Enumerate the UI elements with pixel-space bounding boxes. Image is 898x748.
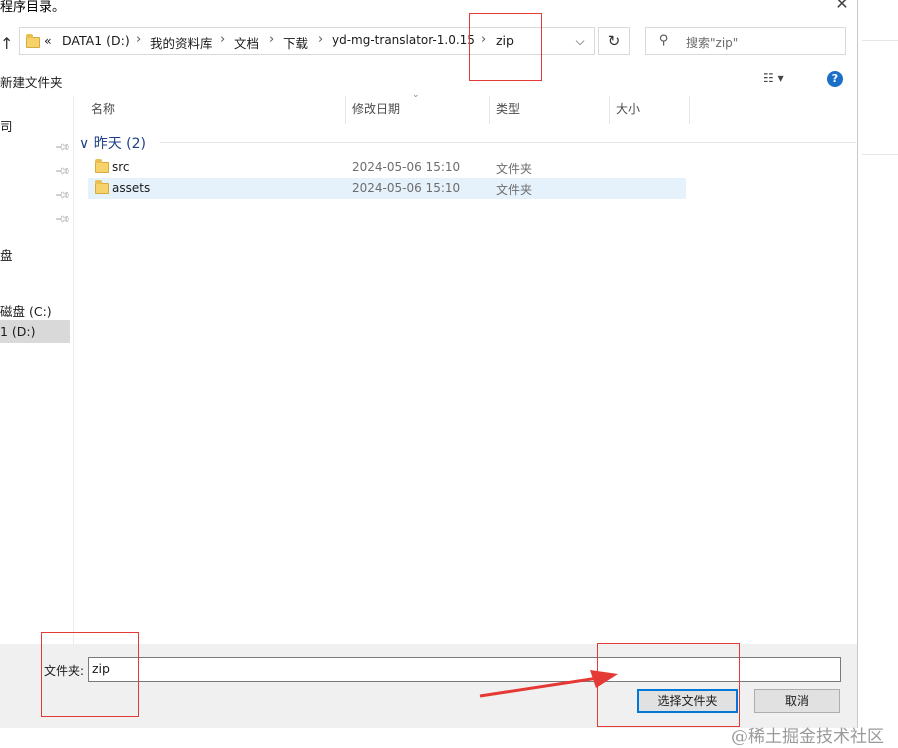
dialog-border: [857, 0, 858, 728]
close-icon[interactable]: ✕: [830, 0, 854, 14]
group-label: 昨天 (2): [93, 136, 146, 152]
help-icon[interactable]: ?: [827, 71, 843, 87]
file-date: 2024-05-06 15:10: [352, 160, 461, 174]
breadcrumb-project[interactable]: yd-mg-translator-1.0.15: [332, 33, 475, 47]
search-icon: ⚲: [659, 33, 669, 48]
column-separator[interactable]: [609, 96, 610, 124]
annotation-arrow: [479, 670, 618, 698]
list-item[interactable]: src 2024-05-06 15:10 文件夹: [88, 157, 686, 178]
breadcrumb-separator[interactable]: ›: [318, 32, 323, 47]
breadcrumb-downloads[interactable]: 下载: [283, 33, 308, 52]
up-arrow-icon[interactable]: ↑: [0, 34, 14, 53]
file-type: 文件夹: [496, 183, 533, 197]
list-item[interactable]: assets 2024-05-06 15:10 文件夹: [88, 178, 686, 199]
folder-icon: [95, 159, 109, 173]
column-header-type[interactable]: 类型: [496, 96, 520, 124]
column-header-size[interactable]: 大小: [616, 96, 640, 124]
file-date: 2024-05-06 15:10: [352, 181, 461, 195]
file-type: 文件夹: [496, 162, 533, 176]
sort-indicator-icon: ⌄: [412, 90, 420, 100]
watermark: @稀土掘金技术社区: [731, 727, 884, 747]
group-divider: [160, 142, 856, 143]
cancel-button[interactable]: 取消: [754, 689, 840, 713]
view-options-button[interactable]: ☷ ▾: [763, 71, 803, 87]
search-input[interactable]: ⚲ 搜索"zip": [645, 27, 846, 55]
annotation-box: [41, 632, 139, 717]
nav-item-drive-d[interactable]: 1 (D:): [0, 324, 36, 339]
column-header-name[interactable]: 名称: [91, 96, 115, 124]
column-separator[interactable]: [489, 96, 490, 124]
nav-item-drive-c[interactable]: 磁盘 (C:): [0, 301, 52, 320]
breadcrumb-separator[interactable]: ›: [220, 32, 225, 47]
breadcrumb-library[interactable]: 我的资料库: [150, 33, 213, 52]
breadcrumb-separator[interactable]: ›: [136, 32, 141, 47]
breadcrumb-separator[interactable]: ›: [269, 32, 274, 47]
group-header[interactable]: ∨ 昨天 (2): [79, 133, 146, 153]
breadcrumb-documents[interactable]: 文档: [234, 33, 259, 52]
column-separator[interactable]: [689, 96, 690, 124]
nav-divider: [73, 96, 74, 644]
dialog-title: 程序目录。: [0, 0, 66, 15]
search-placeholder: 搜索"zip": [686, 36, 739, 50]
file-name: assets: [112, 181, 151, 195]
breadcrumb-overflow[interactable]: «: [44, 33, 52, 48]
column-separator[interactable]: [345, 96, 346, 124]
breadcrumb-drive[interactable]: DATA1 (D:): [62, 33, 130, 48]
new-folder-button[interactable]: 新建文件夹: [0, 72, 63, 91]
background-divider: [862, 40, 898, 41]
folder-icon: [26, 34, 40, 48]
annotation-box: [469, 13, 542, 81]
address-dropdown-icon[interactable]: ⌵: [570, 31, 590, 51]
refresh-button[interactable]: ↻: [598, 27, 630, 55]
background-divider: [862, 154, 898, 155]
chevron-down-icon[interactable]: ∨: [79, 136, 89, 152]
file-name: src: [112, 160, 130, 174]
folder-icon: [95, 180, 109, 194]
nav-item-drive[interactable]: 盘: [0, 245, 13, 264]
nav-item-quick-access[interactable]: 司: [0, 116, 13, 135]
column-header-date[interactable]: 修改日期: [352, 96, 400, 124]
